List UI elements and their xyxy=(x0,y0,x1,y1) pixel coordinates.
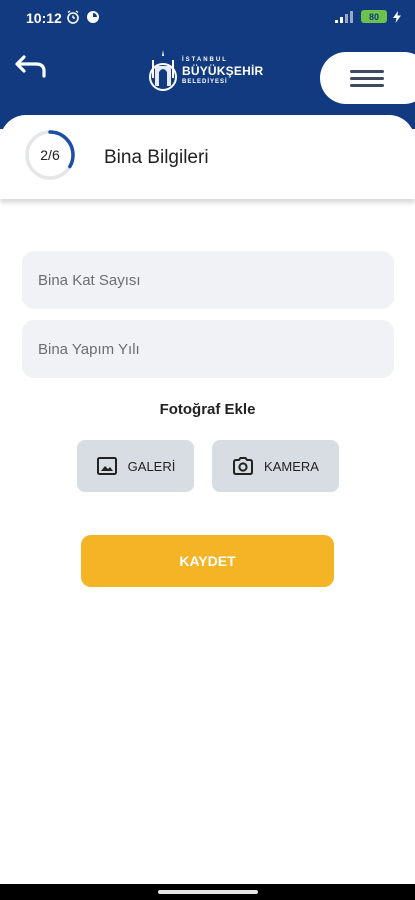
camera-icon xyxy=(233,457,254,475)
menu-button[interactable] xyxy=(320,52,415,104)
battery-icon: 80 xyxy=(361,10,387,23)
home-indicator[interactable] xyxy=(158,890,258,894)
gallery-button[interactable]: GALERİ xyxy=(77,440,194,492)
image-icon xyxy=(96,457,117,475)
gallery-label: GALERİ xyxy=(127,458,176,474)
alarm-icon xyxy=(67,10,79,24)
step-title: Bina Bilgileri xyxy=(104,147,209,168)
save-button[interactable]: KAYDET xyxy=(81,535,334,587)
camera-label: KAMERA xyxy=(264,458,319,474)
add-photo-label: Fotoğraf Ekle xyxy=(159,401,256,418)
charging-icon xyxy=(393,10,401,23)
status-time: 10:12 xyxy=(26,10,62,26)
logo-line-2: BÜYÜKŞEHİR xyxy=(182,64,264,78)
back-arrow-icon xyxy=(15,55,46,78)
data-saver-icon xyxy=(87,11,99,23)
logo-line-1: İSTANBUL xyxy=(182,57,228,63)
build-year-input[interactable] xyxy=(22,320,394,378)
step-card: 2/6 Bina Bilgileri xyxy=(0,115,415,199)
logo-line-3: BELEDİYESİ xyxy=(182,79,228,85)
signal-icon xyxy=(335,10,353,23)
floor-count-input[interactable] xyxy=(22,251,394,309)
back-button[interactable] xyxy=(14,54,50,84)
step-progress-text: 2/6 xyxy=(40,147,60,163)
system-navigation-bar xyxy=(0,884,415,900)
ibb-emblem-icon xyxy=(149,50,177,91)
ibb-logo: İSTANBUL BÜYÜKŞEHİR BELEDİYESİ xyxy=(148,48,263,94)
status-bar: 10:12 80 xyxy=(0,0,415,34)
camera-button[interactable]: KAMERA xyxy=(212,440,339,492)
battery-level: 80 xyxy=(368,11,379,22)
